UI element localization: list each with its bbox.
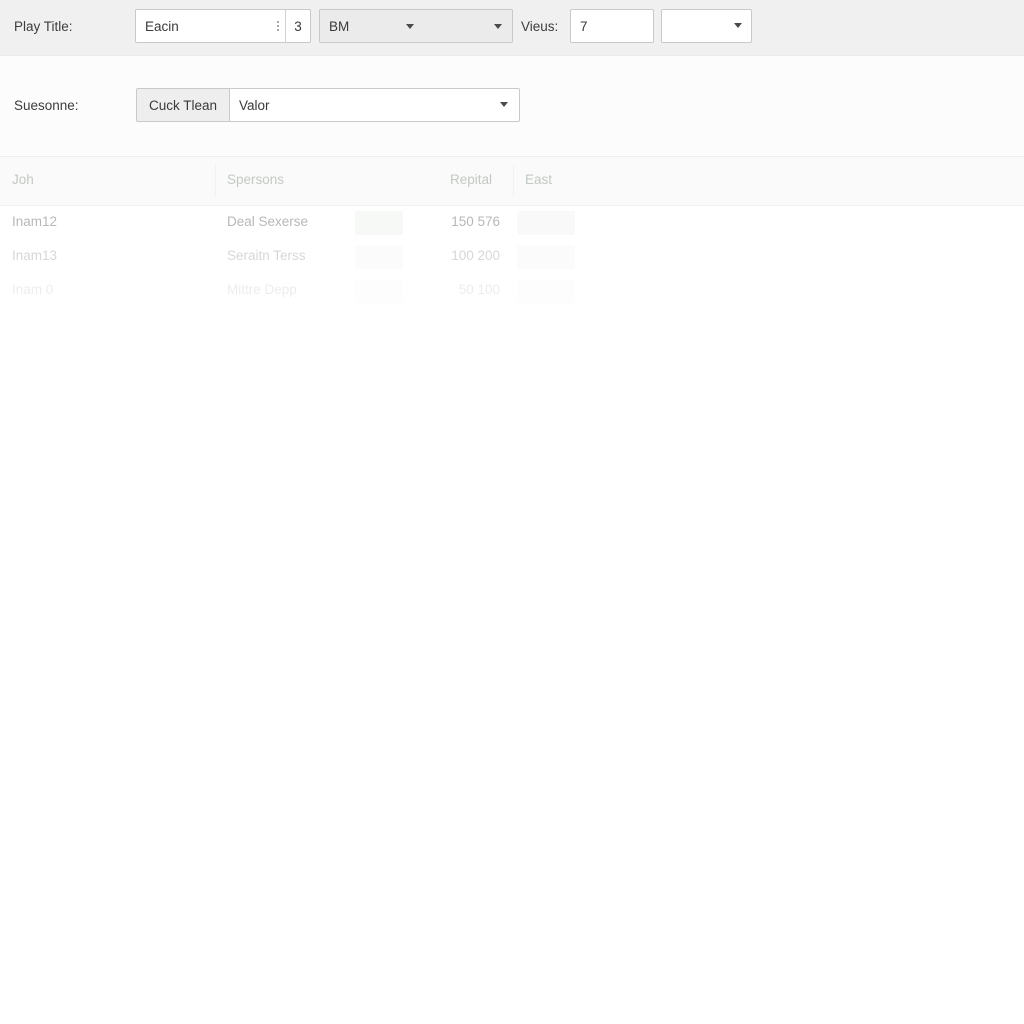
cell-capital: 50 100: [458, 282, 500, 297]
cell-persons: Mittre Depp: [227, 282, 297, 297]
type-select[interactable]: BM: [319, 9, 513, 43]
chevron-down-icon[interactable]: [494, 24, 502, 29]
table-row[interactable]: Inam 0 Mittre Depp 50 100: [0, 274, 1024, 308]
play-title-count: 3: [294, 18, 302, 34]
column-divider: [513, 165, 514, 197]
column-header-east[interactable]: East: [525, 172, 552, 187]
play-title-combo[interactable]: Eacin 3: [135, 9, 311, 43]
cell-job: Inam12: [12, 214, 58, 229]
column-header-job[interactable]: Joh: [12, 172, 34, 187]
cell-capital: 150 576: [451, 214, 500, 229]
data-table: Joh Spersons Repital East Inam12 Deal Se…: [0, 157, 1024, 308]
east-badge: [517, 279, 575, 303]
season-control-group: Cuck Tlean Valor: [136, 88, 520, 122]
column-header-capital[interactable]: Repital: [450, 172, 492, 187]
views-label: Vieus:: [521, 19, 559, 34]
chevron-down-icon-inner[interactable]: [406, 24, 414, 29]
status-badge: [355, 245, 403, 269]
status-badge: [355, 279, 403, 303]
season-filter-bar: Suesonne: Cuck Tlean Valor: [0, 56, 1024, 157]
chevron-down-icon[interactable]: [734, 23, 742, 28]
season-select[interactable]: Valor: [229, 88, 520, 122]
table-row[interactable]: Inam12 Deal Sexerse 150 576: [0, 206, 1024, 240]
views-input[interactable]: 7: [570, 9, 654, 43]
table-header-row: Joh Spersons Repital East: [0, 157, 1024, 206]
table-row[interactable]: Inam13 Seraitn Terss 100 200: [0, 240, 1024, 274]
column-header-persons[interactable]: Spersons: [227, 172, 284, 187]
season-select-value: Valor: [239, 97, 270, 113]
vertical-dots-icon[interactable]: [271, 21, 285, 31]
status-badge: [355, 211, 403, 235]
play-title-input[interactable]: Eacin: [136, 19, 271, 34]
cell-persons: Seraitn Terss: [227, 248, 306, 263]
cell-capital: 100 200: [451, 248, 500, 263]
cell-persons: Deal Sexerse: [227, 214, 309, 229]
type-select-value: BM: [329, 18, 350, 34]
clear-button[interactable]: Cuck Tlean: [136, 88, 229, 122]
cell-job: Inam13: [12, 248, 58, 263]
views-select[interactable]: [661, 9, 752, 43]
play-title-label: Play Title:: [14, 19, 73, 34]
east-badge: [517, 245, 575, 269]
season-label: Suesonne:: [14, 98, 79, 113]
chevron-down-icon[interactable]: [500, 102, 508, 107]
filter-toolbar: Play Title: Eacin 3 BM Vieus: 7: [0, 0, 1024, 56]
cell-job: Inam 0: [12, 282, 54, 297]
east-badge: [517, 211, 575, 235]
column-divider: [215, 165, 216, 197]
